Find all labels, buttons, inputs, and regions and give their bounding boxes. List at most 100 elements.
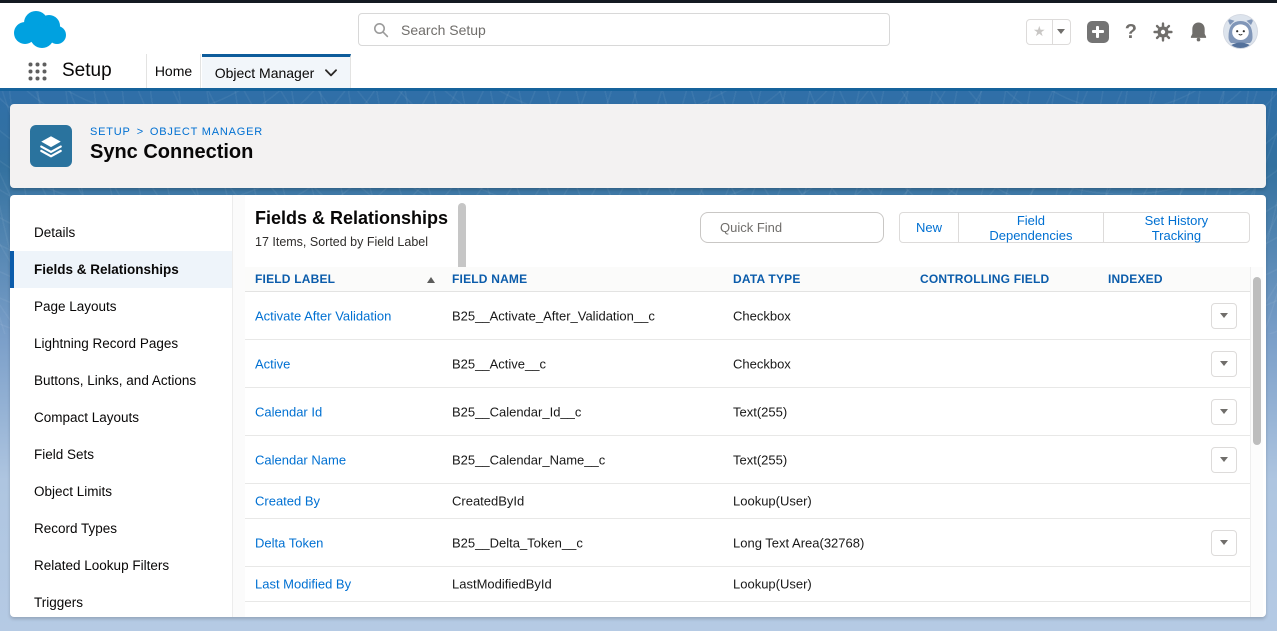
tab-object-manager-label: Object Manager xyxy=(215,65,315,81)
sidebar-item-label: Compact Layouts xyxy=(34,410,139,425)
field-name-cell: B25__Calendar_Id__c xyxy=(452,404,581,419)
tab-home[interactable]: Home xyxy=(147,54,201,88)
data-type-cell: Text(255) xyxy=(733,452,787,467)
row-actions-button[interactable] xyxy=(1211,351,1237,377)
column-header-controlling-field[interactable]: CONTROLLING FIELD xyxy=(920,267,1049,292)
field-dependencies-button[interactable]: Field Dependencies xyxy=(958,212,1104,243)
item-count-label: 17 Items, Sorted by Field Label xyxy=(255,235,428,249)
row-actions-button[interactable] xyxy=(1211,303,1237,329)
sidebar-item-label: Page Layouts xyxy=(34,299,117,314)
column-header-field-label[interactable]: FIELD LABEL xyxy=(255,267,335,292)
object-sidebar-panel: Details Fields & Relationships Page Layout… xyxy=(10,195,245,617)
row-actions-button[interactable] xyxy=(1211,447,1237,473)
search-icon xyxy=(373,22,389,38)
chevron-down-icon xyxy=(1220,457,1228,462)
chevron-down-icon xyxy=(1220,540,1228,545)
sidebar-item-label: Related Lookup Filters xyxy=(34,558,169,573)
sidebar-item-fields-relationships[interactable]: Fields & Relationships xyxy=(10,251,232,288)
chevron-down-icon xyxy=(325,69,337,77)
column-header-indexed[interactable]: INDEXED xyxy=(1108,267,1163,292)
data-type-cell: Text(255) xyxy=(733,404,787,419)
new-button[interactable]: New xyxy=(899,212,959,243)
page-title: Sync Connection xyxy=(90,141,253,164)
field-label-link[interactable]: Calendar Id xyxy=(255,404,322,419)
table-row: Delta TokenB25__Delta_Token__cLong Text … xyxy=(245,519,1250,567)
data-type-cell: Lookup(User) xyxy=(733,577,812,592)
table-scrollbar-thumb[interactable] xyxy=(1253,277,1261,445)
sort-ascending-icon xyxy=(427,277,435,283)
notifications-bell-icon[interactable] xyxy=(1189,21,1208,42)
row-actions-button[interactable] xyxy=(1211,530,1237,556)
sidebar-item-triggers[interactable]: Triggers xyxy=(10,584,232,617)
table-row: Last Modified By LastModifiedById Lookup(U… xyxy=(245,567,1250,602)
sidebar-item-label: Record Types xyxy=(34,521,117,536)
field-name-cell: LastModifiedById xyxy=(452,577,552,592)
sidebar-item-details[interactable]: Details xyxy=(10,214,232,251)
sidebar-item-page-layouts[interactable]: Page Layouts xyxy=(10,288,232,325)
fields-panel: Fields & Relationships 17 Items, Sorted … xyxy=(245,195,1250,617)
sidebar-item-related-lookup-filters[interactable]: Related Lookup Filters xyxy=(10,547,232,584)
set-history-tracking-button[interactable]: Set History Tracking xyxy=(1103,212,1250,243)
setup-gear-icon[interactable] xyxy=(1153,22,1173,42)
sidebar-item-record-types[interactable]: Record Types xyxy=(10,510,232,547)
app-launcher-icon[interactable] xyxy=(27,61,48,85)
user-avatar[interactable] xyxy=(1224,15,1257,48)
breadcrumb-link-object-manager[interactable]: OBJECT MANAGER xyxy=(150,126,263,138)
sidebar-scrollbar[interactable] xyxy=(232,195,245,617)
data-type-cell: Checkbox xyxy=(733,308,791,323)
field-label-link[interactable]: Delta Token xyxy=(255,535,323,550)
column-header-field-name[interactable]: FIELD NAME xyxy=(452,267,527,292)
table-row: Activate After ValidationB25__Activate_A… xyxy=(245,292,1250,340)
sidebar-item-label: Details xyxy=(34,225,75,240)
sidebar-item-label: Buttons, Links, and Actions xyxy=(34,373,196,388)
row-actions-button[interactable] xyxy=(1211,399,1237,425)
add-icon[interactable] xyxy=(1087,21,1109,43)
sidebar-item-compact-layouts[interactable]: Compact Layouts xyxy=(10,399,232,436)
help-icon[interactable]: ? xyxy=(1125,22,1137,42)
field-label-link[interactable]: Activate After Validation xyxy=(255,308,391,323)
tab-home-label: Home xyxy=(155,63,192,79)
chevron-down-icon xyxy=(1220,361,1228,366)
table-row: ActiveB25__Active__cCheckbox xyxy=(245,340,1250,388)
favorites-dropdown-button[interactable] xyxy=(1053,19,1071,45)
header-actions: ★ ? xyxy=(1026,15,1257,48)
action-button-group: NewField DependenciesSet History Trackin… xyxy=(899,212,1250,243)
global-search xyxy=(358,13,890,46)
field-label-link[interactable]: Calendar Name xyxy=(255,452,346,467)
triangle-down-icon xyxy=(1057,29,1065,34)
chevron-down-icon xyxy=(1220,313,1228,318)
breadcrumb: SETUP>OBJECT MANAGER xyxy=(90,126,263,138)
table-body: Activate After ValidationB25__Activate_A… xyxy=(245,292,1250,617)
tab-object-manager[interactable]: Object Manager xyxy=(202,54,351,88)
quick-find-box xyxy=(700,212,884,243)
sidebar-item-label: Object Limits xyxy=(34,484,112,499)
breadcrumb-link-setup[interactable]: SETUP xyxy=(90,126,131,138)
data-type-cell: Lookup(User) xyxy=(733,494,812,509)
field-label-link[interactable]: Last Modified By xyxy=(255,577,351,592)
sidebar-item-label: Triggers xyxy=(34,595,83,610)
search-input[interactable] xyxy=(401,14,889,45)
quick-find-input[interactable] xyxy=(720,220,896,235)
global-header: ★ ? xyxy=(0,3,1277,54)
panel-title: Fields & Relationships xyxy=(255,208,448,229)
sidebar-item-object-limits[interactable]: Object Limits xyxy=(10,473,232,510)
favorites-star-icon[interactable]: ★ xyxy=(1026,19,1053,45)
sidebar-item-lightning-record-pages[interactable]: Lightning Record Pages xyxy=(10,325,232,362)
sidebar-item-field-sets[interactable]: Field Sets xyxy=(10,436,232,473)
sidebar-item-buttons-links-and-actions[interactable]: Buttons, Links, and Actions xyxy=(10,362,232,399)
object-manager-card: Details Fields & Relationships Page Layout… xyxy=(10,195,1266,617)
field-name-cell: CreatedById xyxy=(452,494,524,509)
setup-nav-bar: Setup Home Object Manager xyxy=(0,54,1277,91)
field-label-link[interactable]: Created By xyxy=(255,494,320,509)
data-type-cell: Long Text Area(32768) xyxy=(733,535,864,550)
sidebar-item-label: Fields & Relationships xyxy=(34,262,179,277)
sidebar-item-label: Field Sets xyxy=(34,447,94,462)
sidebar-item-label: Lightning Record Pages xyxy=(34,336,178,351)
field-name-cell: B25__Active__c xyxy=(452,356,546,371)
table-row: Calendar Name B25__Calendar_Name__c Text(2… xyxy=(245,436,1250,484)
app-name-label: Setup xyxy=(62,54,112,88)
table-row: Created By CreatedById Lookup(User) xyxy=(245,484,1250,519)
field-name-cell: B25__Calendar_Name__c xyxy=(452,452,605,467)
field-label-link[interactable]: Active xyxy=(255,356,290,371)
column-header-data-type[interactable]: DATA TYPE xyxy=(733,267,801,292)
